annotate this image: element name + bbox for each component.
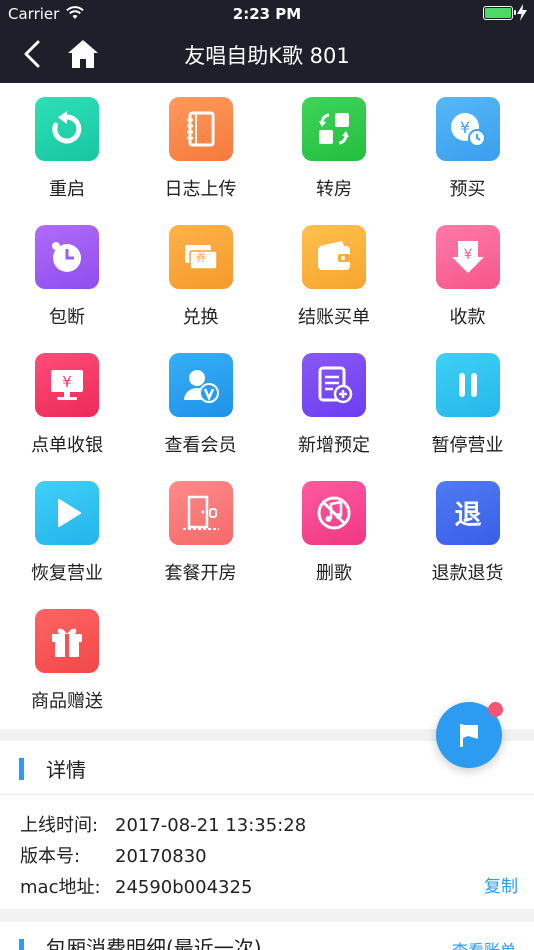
voucher-icon: 券 bbox=[184, 245, 218, 270]
grid-item-label: 退款退货 bbox=[431, 563, 504, 584]
svg-text:¥: ¥ bbox=[62, 373, 72, 391]
grid-item-tile bbox=[302, 481, 366, 545]
pause-icon bbox=[458, 373, 477, 397]
grid-item[interactable]: 日志上传 bbox=[146, 83, 256, 200]
status-time: 2:23 PM bbox=[232, 5, 302, 23]
grid-item[interactable]: ¥ 点单收银 bbox=[12, 339, 122, 456]
grid-item[interactable]: 套餐开房 bbox=[146, 467, 256, 584]
receive-money-icon: ¥ bbox=[451, 241, 484, 273]
grid-item[interactable]: 退退款退货 bbox=[413, 467, 523, 584]
copy-button[interactable]: 复制 bbox=[484, 872, 518, 897]
mac-row: mac地址: 24590b004325 bbox=[20, 873, 252, 899]
grid-item-label: 点单收银 bbox=[31, 435, 103, 456]
mac-key: mac地址: bbox=[20, 877, 101, 898]
add-reservation-icon bbox=[318, 366, 353, 404]
grid-item-label: 删歌 bbox=[316, 563, 352, 584]
gift-icon bbox=[52, 628, 82, 657]
charging-icon bbox=[517, 4, 527, 21]
grid-item-label: 转房 bbox=[316, 179, 352, 200]
section-accent-bar bbox=[19, 758, 24, 780]
version-row: 版本号: 20170830 bbox=[20, 842, 207, 868]
online-time-key: 上线时间: bbox=[20, 815, 99, 836]
grid-item[interactable]: 包断 bbox=[12, 211, 122, 328]
grid-item-tile bbox=[35, 97, 99, 161]
grid-item-tile bbox=[35, 609, 99, 673]
grid-item-tile bbox=[302, 353, 366, 417]
grid-item-label: 预买 bbox=[449, 179, 486, 200]
delete-song-icon bbox=[317, 496, 351, 530]
grid-item-tile: 券 bbox=[168, 225, 233, 289]
grid-item-label: 套餐开房 bbox=[164, 563, 237, 584]
detail-title: 详情 bbox=[46, 758, 86, 782]
online-time-row: 上线时间: 2017-08-21 13:35:28 bbox=[20, 811, 306, 837]
grid-item-tile bbox=[35, 481, 99, 545]
grid-item-tile: ¥ bbox=[435, 97, 500, 161]
grid-item[interactable]: 券兑换 bbox=[146, 211, 256, 328]
grid-item[interactable]: 结账买单 bbox=[279, 211, 389, 328]
grid-item-label: 结账买单 bbox=[298, 307, 370, 328]
grid-item-label: 日志上传 bbox=[164, 179, 237, 200]
cashier-monitor-icon: ¥ bbox=[51, 370, 83, 400]
wallet-icon bbox=[318, 241, 350, 270]
version-key: 版本号: bbox=[20, 846, 81, 867]
grid-item-tile bbox=[302, 97, 366, 161]
restart-icon bbox=[52, 111, 82, 144]
section-accent-bar bbox=[19, 939, 24, 950]
grid-item-tile: ¥ bbox=[35, 353, 99, 417]
svg-text:¥: ¥ bbox=[463, 247, 472, 263]
refund-icon: 退 bbox=[454, 500, 481, 531]
bill-section: 包厢消费明细(最近一次) 查看账单 bbox=[0, 922, 534, 950]
detail-section: 详情 上线时间: 2017-08-21 13:35:28 版本号: 20170830… bbox=[0, 741, 534, 909]
grid-item-tile bbox=[302, 225, 366, 289]
play-icon bbox=[58, 499, 81, 527]
version-value: 20170830 bbox=[115, 846, 207, 867]
door-icon bbox=[182, 495, 219, 530]
grid-item-label: 商品赠送 bbox=[31, 691, 103, 712]
function-grid: 重启 日志上传 转房 ¥ 预买 包断券兑换 结账买单 ¥ 收款 ¥ 点单收银 查看会员 新增预定 暂停营业… bbox=[0, 83, 534, 729]
grid-item-tile bbox=[168, 481, 233, 545]
svg-text:退: 退 bbox=[454, 500, 481, 531]
grid-item-label: 重启 bbox=[49, 179, 85, 200]
notification-badge bbox=[488, 702, 503, 717]
grid-item-label: 兑换 bbox=[182, 307, 219, 328]
flag-icon bbox=[460, 724, 478, 747]
view-bill-link[interactable]: 查看账单 bbox=[452, 937, 516, 950]
svg-text:¥: ¥ bbox=[459, 118, 469, 137]
grid-item[interactable]: 恢复营业 bbox=[12, 467, 122, 584]
status-bar: Carrier 2:23 PM bbox=[0, 0, 534, 28]
grid-item[interactable]: 新增预定 bbox=[279, 339, 389, 456]
room-transfer-icon bbox=[319, 113, 349, 145]
grid-item-label: 暂停营业 bbox=[431, 435, 504, 456]
prepay-icon: ¥ bbox=[450, 113, 486, 147]
grid-item-label: 新增预定 bbox=[298, 435, 370, 456]
grid-item-tile bbox=[168, 97, 233, 161]
grid-item-tile: 退 bbox=[435, 481, 500, 545]
grid-item-tile: ¥ bbox=[435, 225, 500, 289]
clock-icon bbox=[52, 242, 81, 272]
online-time-value: 2017-08-21 13:35:28 bbox=[115, 815, 307, 836]
grid-item-tile bbox=[35, 225, 99, 289]
page-title: 友唱自助K歌 801 bbox=[184, 44, 350, 68]
grid-item[interactable]: ¥ 预买 bbox=[413, 83, 523, 200]
grid-item[interactable]: 暂停营业 bbox=[413, 339, 523, 456]
grid-item-label: 查看会员 bbox=[164, 435, 237, 456]
mac-value: 24590b004325 bbox=[115, 877, 253, 898]
grid-item-tile bbox=[435, 353, 500, 417]
grid-item-label: 恢复营业 bbox=[31, 563, 103, 584]
grid-item[interactable]: 商品赠送 bbox=[12, 595, 122, 712]
grid-item[interactable]: 查看会员 bbox=[146, 339, 256, 456]
grid-item[interactable]: ¥ 收款 bbox=[413, 211, 523, 328]
grid-item[interactable]: 删歌 bbox=[279, 467, 389, 584]
vip-member-icon bbox=[183, 370, 219, 403]
grid-item-label: 包断 bbox=[49, 307, 85, 328]
grid-item[interactable]: 转房 bbox=[279, 83, 389, 200]
grid-item-tile bbox=[168, 353, 233, 417]
grid-item-label: 收款 bbox=[449, 307, 486, 328]
top-bar: Carrier 2:23 PM 友唱自助K歌 801 bbox=[0, 0, 534, 83]
battery-icon bbox=[483, 6, 516, 20]
bill-title: 包厢消费明细(最近一次) bbox=[46, 936, 262, 950]
notebook-icon bbox=[186, 111, 214, 147]
svg-text:券: 券 bbox=[196, 251, 206, 264]
grid-item[interactable]: 重启 bbox=[12, 83, 122, 200]
